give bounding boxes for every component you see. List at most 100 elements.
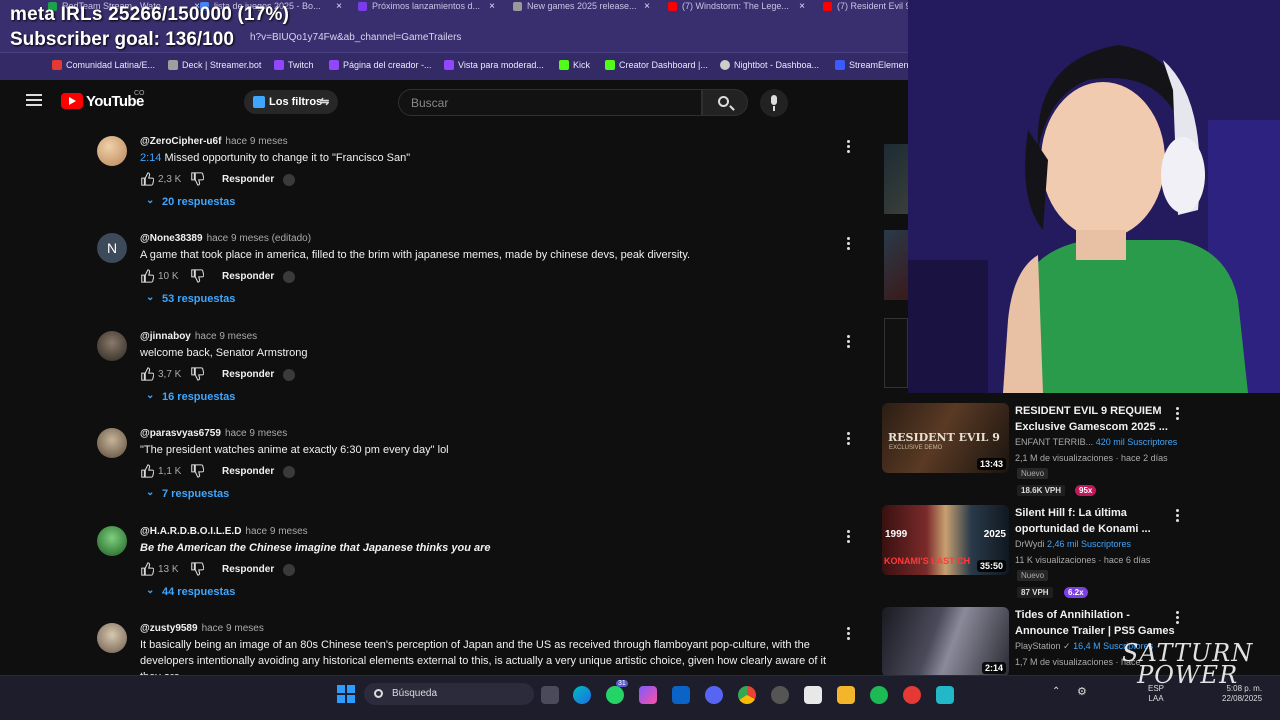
reply-button[interactable]: Responder — [222, 271, 274, 282]
close-tab-icon[interactable]: × — [644, 0, 650, 13]
copilot-icon[interactable] — [639, 686, 657, 704]
voice-search-icon[interactable] — [760, 89, 788, 117]
comment-author[interactable]: @parasvyas6759 — [140, 428, 221, 439]
reply-button[interactable]: Responder — [222, 466, 274, 477]
video-title[interactable]: RESIDENT EVIL 9 REQUIEM Exclusive Gamesc… — [1015, 403, 1175, 435]
dislike-icon[interactable] — [190, 172, 204, 186]
discord-icon[interactable] — [705, 686, 723, 704]
view-replies-button[interactable]: ⌄ 7 respuestas — [140, 487, 229, 500]
avatar[interactable] — [97, 331, 127, 361]
comment-time[interactable]: hace 9 meses — [245, 526, 307, 537]
video-channel[interactable]: ENFANT TERRIB... 420 mil Suscriptores — [1015, 437, 1177, 447]
video-menu-icon[interactable] — [1176, 611, 1179, 626]
comment-author[interactable]: @ZeroCipher-u6f — [140, 136, 221, 147]
browser-tab[interactable]: (7) Resident Evil 9... — [815, 0, 908, 14]
url-text[interactable]: h?v=BIUQo1y74Fw&ab_channel=GameTrailers — [250, 32, 461, 43]
dislike-icon[interactable] — [190, 562, 204, 576]
bookmark-item[interactable]: Comunidad Latina/E... — [52, 60, 155, 70]
bookmark-item[interactable]: Creator Dashboard |... — [605, 60, 708, 70]
related-video-card[interactable]: 1999 2025 KONAMI'S LAST CH 35:50 Silent … — [882, 505, 1280, 605]
dislike-icon[interactable] — [190, 367, 204, 381]
taskbar-search[interactable]: Búsqueda — [364, 683, 534, 705]
video-title[interactable]: Silent Hill f: La última oportunidad de … — [1015, 505, 1175, 537]
dislike-icon[interactable] — [190, 464, 204, 478]
recorder-icon[interactable] — [903, 686, 921, 704]
bookmark-item[interactable]: Twitch — [274, 60, 314, 70]
dislike-icon[interactable] — [190, 269, 204, 283]
comment-menu-icon[interactable] — [847, 530, 851, 544]
close-tab-icon[interactable]: × — [336, 0, 342, 13]
view-replies-button[interactable]: ⌄ 44 respuestas — [140, 585, 235, 598]
view-replies-button[interactable]: ⌄ 53 respuestas — [140, 292, 235, 305]
like-icon[interactable] — [140, 269, 154, 283]
comment-time[interactable]: hace 9 meses — [225, 136, 287, 147]
chrome-icon[interactable] — [738, 686, 756, 704]
bookmark-item[interactable]: StreamElement — [835, 60, 911, 70]
video-menu-icon[interactable] — [1176, 407, 1179, 422]
avatar[interactable] — [97, 526, 127, 556]
comment-time[interactable]: hace 9 meses — [202, 623, 264, 634]
browser-tab[interactable]: Próximos lanzamientos d... × — [350, 0, 495, 14]
comment-menu-icon[interactable] — [847, 140, 851, 154]
hamburger-menu-icon[interactable] — [26, 94, 42, 106]
bookmark-item[interactable]: Página del creador -... — [329, 60, 432, 70]
notepad-icon[interactable] — [936, 686, 954, 704]
file-explorer-icon[interactable] — [837, 686, 855, 704]
comment-time[interactable]: hace 9 meses — [225, 428, 287, 439]
video-thumbnail[interactable] — [884, 144, 908, 214]
video-channel[interactable]: DrWydi 2,46 mil Suscriptores — [1015, 539, 1131, 549]
comment-menu-icon[interactable] — [847, 237, 851, 251]
video-thumbnail[interactable] — [884, 318, 908, 388]
comment-author[interactable]: @H.A.R.D.B.O.I.L.E.D — [140, 526, 241, 537]
comment-time[interactable]: hace 9 meses — [195, 331, 257, 342]
like-icon[interactable] — [140, 464, 154, 478]
reply-button[interactable]: Responder — [222, 564, 274, 575]
video-thumbnail[interactable]: 2:14 — [882, 607, 1009, 675]
comment-author[interactable]: @None38389 — [140, 233, 203, 244]
close-tab-icon[interactable]: × — [489, 0, 495, 13]
comment-author[interactable]: @jinnaboy — [140, 331, 191, 342]
browser-tab[interactable]: New games 2025 release... × — [505, 0, 650, 14]
filters-button[interactable]: Los filtros ⇋ — [244, 90, 338, 114]
bookmark-item[interactable]: Deck | Streamer.bot — [168, 60, 261, 70]
bookmark-item[interactable]: Kick — [559, 60, 590, 70]
video-thumbnail[interactable] — [884, 230, 908, 300]
youtube-logo-icon[interactable] — [61, 93, 83, 109]
capcut-icon[interactable] — [804, 686, 822, 704]
video-thumbnail[interactable]: RESIDENT EVIL 9 EXCLUSIVE DEMO 13:43 — [882, 403, 1009, 473]
avatar[interactable] — [97, 623, 127, 653]
timestamp-link[interactable]: 2:14 — [140, 152, 161, 164]
comment-menu-icon[interactable] — [847, 627, 851, 641]
browser-tab[interactable]: (7) Windstorm: The Lege... × — [660, 0, 805, 14]
spotify-icon[interactable] — [870, 686, 888, 704]
search-button[interactable] — [702, 89, 748, 116]
comment-time[interactable]: hace 9 meses (editado) — [207, 233, 312, 244]
avatar[interactable] — [97, 428, 127, 458]
avatar[interactable]: N — [97, 233, 127, 263]
whatsapp-icon[interactable]: 31 — [606, 680, 628, 704]
like-icon[interactable] — [140, 367, 154, 381]
network-icon[interactable]: ⚙ — [1077, 685, 1087, 698]
comment-menu-icon[interactable] — [847, 335, 851, 349]
search-input[interactable]: Buscar — [398, 89, 702, 116]
outlook-icon[interactable] — [672, 686, 690, 704]
bookmark-item[interactable]: Vista para moderad... — [444, 60, 544, 70]
video-menu-icon[interactable] — [1176, 509, 1179, 524]
video-thumbnail[interactable]: 1999 2025 KONAMI'S LAST CH 35:50 — [882, 505, 1009, 575]
task-view-icon[interactable] — [541, 686, 559, 704]
close-tab-icon[interactable]: × — [799, 0, 805, 13]
like-icon[interactable] — [140, 562, 154, 576]
comment-menu-icon[interactable] — [847, 432, 851, 446]
reply-button[interactable]: Responder — [222, 369, 274, 380]
video-title[interactable]: Tides of Annihilation - Announce Trailer… — [1015, 607, 1175, 639]
avatar[interactable] — [97, 136, 127, 166]
related-video-card[interactable]: RESIDENT EVIL 9 EXCLUSIVE DEMO 13:43 RES… — [882, 403, 1280, 503]
windows-start-icon[interactable] — [337, 685, 355, 703]
view-replies-button[interactable]: ⌄ 20 respuestas — [140, 195, 235, 208]
obs-icon[interactable] — [771, 686, 789, 704]
chevron-up-icon[interactable]: ⌃ — [1052, 686, 1060, 697]
view-replies-button[interactable]: ⌄ 16 respuestas — [140, 390, 235, 403]
like-icon[interactable] — [140, 172, 154, 186]
edge-icon[interactable] — [573, 686, 591, 704]
comment-author[interactable]: @zusty9589 — [140, 623, 198, 634]
